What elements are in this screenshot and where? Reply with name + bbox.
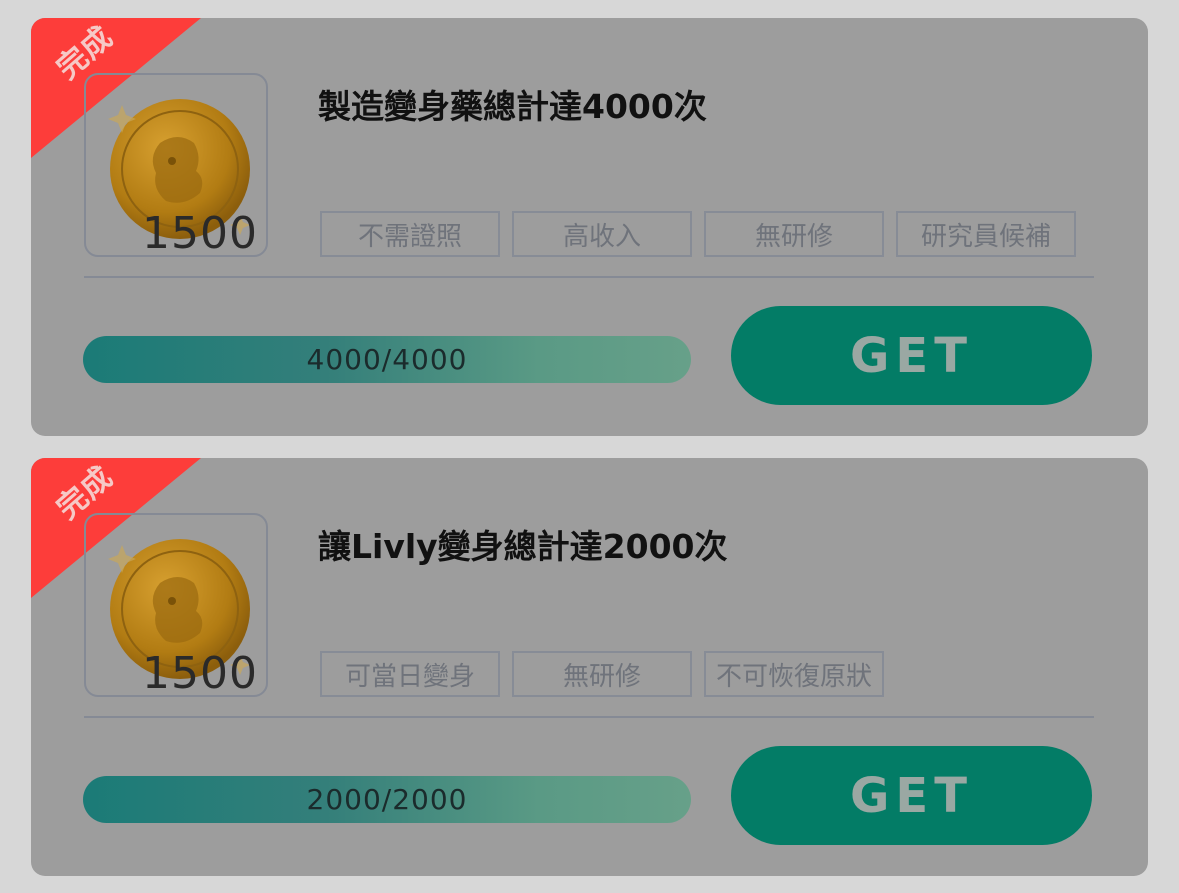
tag: 不需證照 xyxy=(320,211,500,257)
reward-box: 1500 xyxy=(84,513,268,699)
reward-amount: 1500 xyxy=(142,208,258,259)
get-button[interactable]: GET xyxy=(731,746,1092,845)
divider xyxy=(84,276,1094,278)
task-card: 完成 1500 製造變身藥總計達4000次 不需證照 高收入 無研修 研究員候補 xyxy=(31,18,1148,436)
tag: 高收入 xyxy=(512,211,692,257)
progress-bar: 4000/4000 xyxy=(83,336,691,383)
reward-amount: 1500 xyxy=(142,648,258,699)
divider xyxy=(84,716,1094,718)
tag: 不可恢復原狀 xyxy=(704,651,884,697)
tag: 可當日變身 xyxy=(320,651,500,697)
tag-list: 可當日變身 無研修 不可恢復原狀 xyxy=(320,651,884,697)
tag: 研究員候補 xyxy=(896,211,1076,257)
task-card: 完成 1500 讓Livly變身總計達2000次 可當日變身 無研修 不可恢復原… xyxy=(31,458,1148,876)
get-button[interactable]: GET xyxy=(731,306,1092,405)
tag: 無研修 xyxy=(704,211,884,257)
tag-list: 不需證照 高收入 無研修 研究員候補 xyxy=(320,211,1076,257)
task-title: 讓Livly變身總計達2000次 xyxy=(318,527,728,566)
task-title: 製造變身藥總計達4000次 xyxy=(318,87,707,126)
reward-box: 1500 xyxy=(84,73,268,259)
tag: 無研修 xyxy=(512,651,692,697)
progress-bar: 2000/2000 xyxy=(83,776,691,823)
progress-text: 2000/2000 xyxy=(306,783,468,816)
progress-text: 4000/4000 xyxy=(306,343,468,376)
